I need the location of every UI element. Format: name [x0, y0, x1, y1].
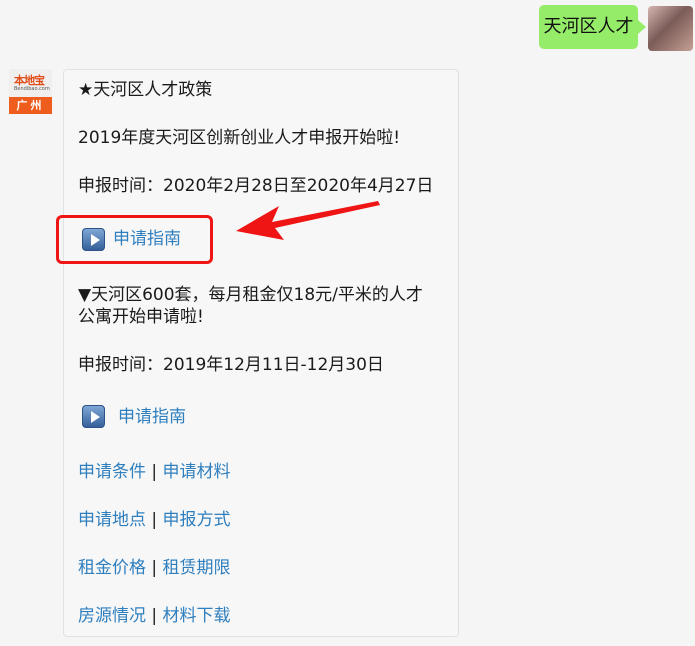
- section2-headline-line1: ▼天河区600套，每月租金仅18元/平米的人才: [78, 285, 423, 305]
- link-apply-method[interactable]: 申报方式: [163, 510, 231, 530]
- link-apply-materials[interactable]: 申请材料: [163, 462, 231, 482]
- section2-time: 申报时间：2019年12月11日-12月30日: [78, 355, 384, 375]
- link-row: 申请地点 | 申报方式: [78, 509, 231, 531]
- link-separator: |: [151, 462, 158, 482]
- link-apply-location[interactable]: 申请地点: [78, 510, 146, 530]
- link-housing-info[interactable]: 房源情况: [78, 606, 146, 626]
- link-separator: |: [151, 510, 158, 530]
- link-apply-conditions[interactable]: 申请条件: [78, 462, 146, 482]
- section2-guide-link[interactable]: 申请指南: [118, 406, 186, 428]
- link-separator: |: [151, 558, 158, 578]
- link-lease-term[interactable]: 租赁期限: [163, 558, 231, 578]
- link-row: 申请条件 | 申请材料: [78, 461, 231, 483]
- link-row: 房源情况 | 材料下载: [78, 605, 231, 627]
- section2-headline-line2: 公寓开始申请啦!: [78, 307, 204, 327]
- link-rent-price[interactable]: 租金价格: [78, 558, 146, 578]
- link-row: 租金价格 | 租赁期限: [78, 557, 231, 579]
- link-material-download[interactable]: 材料下载: [163, 606, 231, 626]
- link-separator: |: [151, 606, 158, 626]
- play-icon[interactable]: [82, 405, 105, 428]
